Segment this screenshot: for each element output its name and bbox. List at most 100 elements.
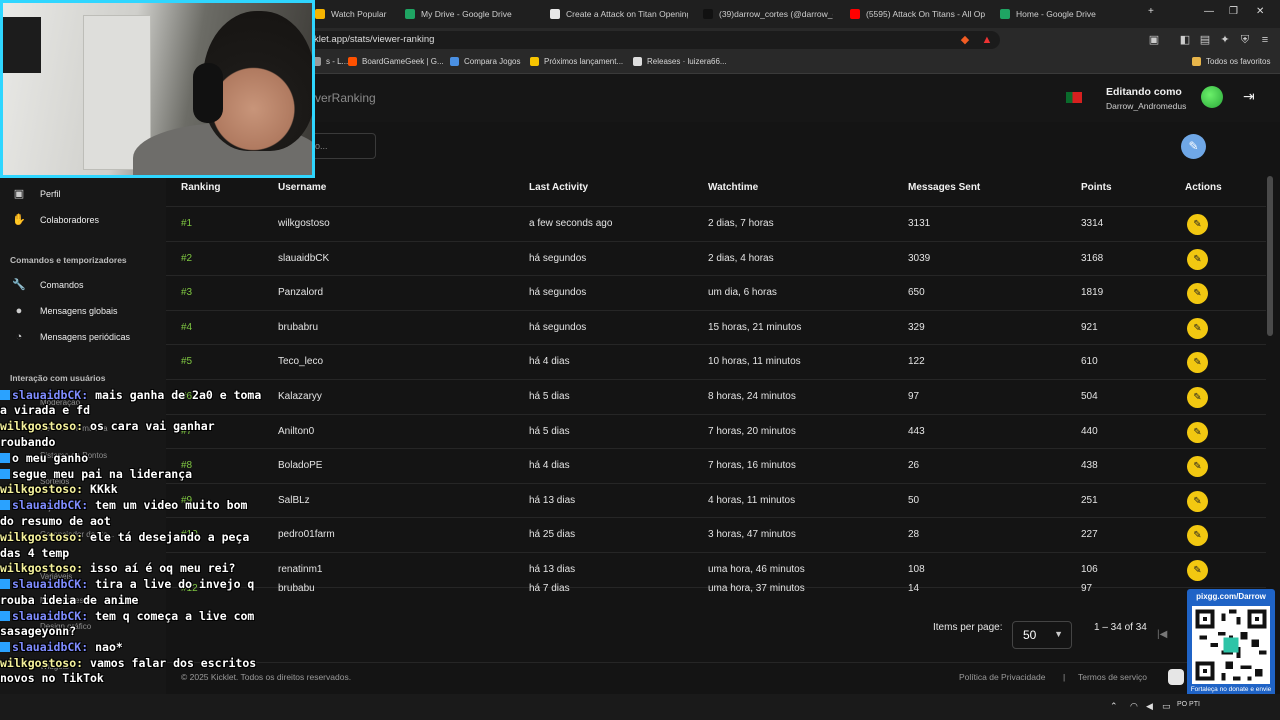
last-activity-cell: há 7 dias (529, 582, 570, 594)
messages-cell: 97 (908, 391, 920, 402)
avatar[interactable] (1201, 86, 1223, 108)
sidebar-item-colaboradores[interactable]: ✋ Colaboradores (12, 213, 99, 226)
portugal-flag-icon[interactable] (1066, 92, 1082, 103)
wifi-icon[interactable]: ◠ (1130, 701, 1138, 712)
rewards-icon[interactable]: ▲ (980, 33, 994, 47)
battery-icon[interactable]: ▭ (1162, 701, 1171, 712)
taskbar: ⌃ ◠ ◀ ▭ PO PTI (0, 694, 1280, 720)
edit-user-button[interactable]: ✎ (1187, 421, 1208, 443)
brave-shield-icon[interactable]: ◆ (958, 33, 972, 47)
edit-user-button[interactable]: ✎ (1187, 387, 1208, 408)
edit-user-button[interactable]: ✎ (1187, 352, 1208, 374)
browser-tab[interactable]: Home - Google Drive (1000, 4, 1120, 24)
sidebar-item-comandos[interactable]: 🔧 Comandos (12, 278, 83, 291)
sidebar-item-mensagens-peri-dicas[interactable]: ◔ Mensagens periódicas (12, 331, 130, 343)
editing-as-label: Editando como (1106, 86, 1182, 98)
column-header[interactable]: Username (278, 182, 326, 193)
first-page-icon[interactable]: |◀ (1157, 629, 1167, 640)
browser-tab[interactable]: (39)darrow_cortes (@darrow_cor (703, 4, 833, 24)
sidebar-item-perfil[interactable]: ▣ Perfil (12, 187, 61, 200)
edit-user-button[interactable]: ✎ (1187, 490, 1208, 512)
browser-tab[interactable]: My Drive - Google Drive (405, 4, 535, 24)
items-per-page-select[interactable]: 50 ▼ (1012, 621, 1072, 649)
column-header[interactable]: Ranking (181, 182, 220, 193)
column-header[interactable]: Messages Sent (908, 182, 980, 193)
screenshot-icon[interactable]: ▣ (1147, 33, 1161, 47)
edit-user-button[interactable]: ✎ (1187, 283, 1208, 305)
table-row: #6 Kalazaryy há 5 dias 8 horas, 24 minutos 9… (166, 379, 1266, 414)
eraser-button[interactable]: ✎ (1181, 134, 1206, 159)
chat-message: slauaidbCK: mais ganha de 2a0 e toma a v… (0, 388, 262, 419)
browser-tab[interactable]: (5595) Attack On Titans - All Op (850, 4, 985, 24)
leo-ai-icon[interactable]: ✦ (1218, 33, 1232, 47)
last-activity-cell: há 4 dias (529, 356, 570, 368)
edit-user-button[interactable]: ✎ (1187, 248, 1208, 270)
edit-user-button[interactable]: ✎ (1187, 317, 1208, 339)
network-icon[interactable]: ⌃ (1110, 701, 1118, 712)
column-header[interactable]: Actions (1185, 182, 1222, 193)
username-cell[interactable]: Kalazaryy (278, 391, 322, 402)
language-indicator[interactable]: PO PTI (1177, 701, 1200, 708)
points-cell: 438 (1081, 460, 1098, 472)
bookmark-item[interactable]: Releases · luizera66... (633, 57, 727, 66)
column-header[interactable]: Points (1081, 182, 1112, 193)
wallet-icon[interactable]: ▤ (1198, 33, 1212, 47)
qr-title: pixgg.com/Darrow (1196, 592, 1266, 601)
new-tab-button[interactable]: + (1148, 6, 1154, 17)
edit-user-button[interactable]: ✎ (1187, 456, 1208, 478)
watchtime-cell: uma hora, 37 minutos (708, 582, 805, 594)
bookmark-item[interactable]: BoardGameGeek | G... (348, 57, 444, 66)
bookmark-item[interactable]: Compara Jogos (450, 57, 520, 66)
bookmark-label: BoardGameGeek | G... (362, 57, 444, 66)
sidebar-toggle-icon[interactable]: ◧ (1178, 33, 1192, 47)
table-row: #7 Anilton0 há 5 dias 7 horas, 20 minutos 44… (166, 413, 1266, 449)
username-cell[interactable]: SalBLz (278, 495, 310, 506)
username-cell[interactable]: brubabru (278, 322, 318, 333)
items-per-page-label: Items per page: (933, 622, 1003, 633)
username-cell[interactable]: BoladoPE (278, 460, 322, 471)
all-bookmarks[interactable]: Todos os favoritos (1192, 57, 1270, 66)
terms-link[interactable]: Termos de serviço (1078, 672, 1147, 682)
last-activity-cell: há segundos (529, 321, 587, 333)
browser-tab[interactable]: Watch Popular Anim (315, 4, 387, 24)
close-window-icon[interactable]: ✕ (1256, 6, 1264, 17)
username-cell[interactable]: wilkgostoso (278, 218, 330, 229)
chat-badge-icon (0, 610, 10, 621)
url-bar[interactable]: klet.app/stats/viewer-ranking (300, 31, 1000, 49)
bookmark-item[interactable]: Próximos lançament... (530, 57, 623, 66)
username-cell[interactable]: Panzalord (278, 287, 323, 298)
chat-username: wilkgostoso: (0, 482, 84, 497)
points-cell: 610 (1081, 356, 1098, 368)
discord-icon[interactable] (1168, 669, 1184, 685)
privacy-link[interactable]: Política de Privacidade (959, 672, 1045, 682)
section-interaction-heading: Interação com usuários (10, 373, 106, 383)
table-scrollbar[interactable] (1267, 176, 1273, 336)
messages-cell: 3131 (908, 218, 931, 229)
username-cell[interactable]: Anilton0 (278, 426, 314, 437)
restore-icon[interactable]: ❐ (1229, 6, 1238, 17)
browser-tab[interactable]: Create a Attack on Titan Opening (550, 4, 688, 24)
watchtime-cell: um dia, 6 horas (708, 287, 777, 299)
edit-user-button[interactable]: ✎ (1187, 560, 1208, 581)
bookmark-item[interactable]: s - L... (312, 57, 348, 66)
rank-cell: #2 (181, 252, 193, 264)
logout-icon[interactable]: ⇥ (1243, 88, 1255, 105)
messages-cell: 28 (908, 529, 920, 541)
minimize-icon[interactable]: — (1204, 6, 1214, 17)
username-cell[interactable]: slauaidbCK (278, 253, 329, 264)
username-cell[interactable]: renatinm1 (278, 564, 322, 575)
volume-icon[interactable]: ◀ (1146, 701, 1153, 712)
watchtime-cell: 8 horas, 24 minutos (708, 391, 796, 402)
edit-user-button[interactable]: ✎ (1187, 525, 1208, 547)
sidebar-item-mensagens-globais[interactable]: ● Mensagens globais (12, 305, 118, 317)
tab-title: (5595) Attack On Titans - All Op (866, 9, 985, 19)
username-cell[interactable]: pedro01farm (278, 529, 335, 540)
vpn-icon[interactable]: ⛨ (1238, 33, 1252, 47)
edit-user-button[interactable]: ✎ (1187, 214, 1208, 235)
menu-icon[interactable]: ≡ (1258, 33, 1272, 47)
column-header[interactable]: Watchtime (708, 182, 758, 193)
username-cell[interactable]: Teco_leco (278, 356, 323, 367)
username-cell[interactable]: brubabu (278, 583, 315, 594)
tab-favicon-icon (550, 9, 560, 19)
column-header[interactable]: Last Activity (529, 182, 588, 193)
